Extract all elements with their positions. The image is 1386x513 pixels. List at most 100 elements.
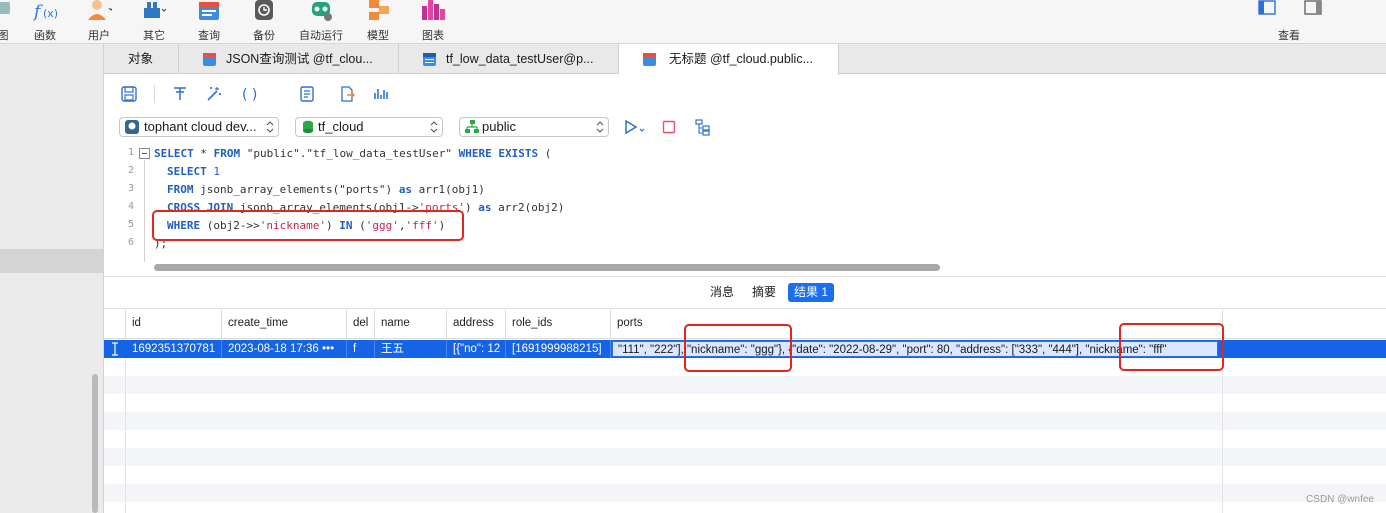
row-stripe [104, 448, 1386, 466]
chevron-updown-icon [266, 121, 274, 133]
export-icon[interactable] [338, 85, 356, 103]
explain-plan-icon[interactable] [694, 118, 712, 136]
row-stripe [104, 412, 1386, 430]
schema-select[interactable]: public [459, 117, 609, 137]
tab-result-1[interactable]: 结果 1 [788, 283, 835, 302]
toolbar-query-button[interactable]: 查询 [184, 0, 234, 44]
toolbar-label: 其它 [143, 30, 165, 42]
tab-label: 无标题 @tf_cloud.public... [669, 52, 813, 66]
toolbar-divider [154, 85, 155, 103]
connection-select[interactable]: tophant cloud dev... [119, 117, 279, 137]
chart-icon [422, 0, 445, 20]
toolbar-label: 函数 [34, 30, 56, 42]
column-header-id[interactable]: id [126, 310, 222, 338]
tab-objects[interactable]: 对象 [104, 44, 179, 74]
line-number: 6 [127, 237, 134, 248]
beautify-icon[interactable] [205, 85, 223, 103]
tab-summary[interactable]: 摘要 [746, 283, 782, 302]
schema-icon [465, 120, 479, 133]
database-select[interactable]: tf_cloud [295, 117, 443, 137]
highlight-box-where-clause [152, 210, 464, 241]
save-icon[interactable] [120, 85, 138, 103]
row-header-corner [104, 310, 126, 338]
cell-name[interactable]: 王五 [375, 340, 447, 358]
highlight-box-nickname-ggg [684, 324, 792, 372]
view-label: 查看 [1278, 30, 1300, 42]
toolbar-label: 备份 [253, 30, 275, 42]
document-tabs: 对象 JSON查询测试 @tf_clou... tf_low_data_test… [104, 44, 1386, 75]
toolbar-label: 模型 [367, 30, 389, 42]
cell-more-indicator: ••• [322, 343, 335, 355]
column-header-create-time[interactable]: create_time [222, 310, 347, 338]
database-icon [303, 120, 313, 134]
stop-icon[interactable] [662, 120, 676, 134]
fold-toggle[interactable] [139, 148, 150, 159]
watermark: CSDN @wnfee [1306, 494, 1374, 505]
column-header-del[interactable]: del [347, 310, 375, 338]
cell-id[interactable]: 1692351370781 [126, 340, 222, 358]
toolbar-automation-button[interactable]: 自动运行 [296, 0, 346, 44]
format-icon[interactable] [171, 85, 189, 103]
tab-json-query[interactable]: JSON查询测试 @tf_clou... [179, 44, 399, 74]
sidebar-toggle-icon[interactable] [1258, 0, 1276, 16]
automation-icon [312, 2, 332, 21]
chevron-updown-icon [596, 121, 604, 133]
connection-select-value: tophant cloud dev... [144, 119, 257, 134]
toolbar-backup-button[interactable]: 备份 [239, 0, 289, 44]
line-number: 3 [127, 183, 134, 194]
backup-icon [255, 0, 273, 20]
editor-hscroll-thumb[interactable] [154, 264, 940, 271]
sidebar-selected-item[interactable] [0, 249, 103, 273]
snippet-icon[interactable] [298, 85, 316, 103]
line-number: 2 [127, 165, 134, 176]
svg-text:f: f [32, 2, 43, 22]
code-line-1: SELECT * FROM "public"."tf_low_data_test… [154, 147, 552, 160]
cell-del[interactable]: f [347, 340, 375, 358]
main-toolbar: 图 f (x) 函数 用户 其它 查询 备份 自动运行 模型 图表 查看 [0, 0, 1386, 44]
fold-guide [144, 160, 145, 262]
panel-toggle-icon[interactable] [1304, 0, 1322, 16]
toolbar-model-button[interactable]: 模型 [353, 0, 403, 44]
run-icon[interactable] [624, 119, 646, 135]
tab-label: tf_low_data_testUser@p... [446, 52, 594, 66]
toolbar-label: 图表 [422, 30, 444, 42]
object-sidebar [0, 44, 104, 513]
cell-create-time[interactable]: 2023-08-18 17:36 ••• [222, 340, 347, 358]
tab-label: JSON查询测试 @tf_clou... [226, 52, 373, 66]
view-icon [0, 2, 10, 14]
model-icon [369, 0, 389, 20]
toolbar-other-button[interactable]: 其它 [129, 0, 179, 44]
column-divider [1222, 358, 1223, 513]
toolbar-label: 用户 [88, 30, 110, 42]
query-tab-icon [203, 53, 216, 66]
parentheses-icon[interactable]: ( ) [241, 85, 259, 103]
sidebar-scrollbar[interactable] [92, 374, 98, 513]
toolbar-user-button[interactable]: 用户 [74, 0, 124, 44]
tab-label: 对象 [128, 52, 154, 66]
cell-address[interactable]: [{"no": 12 [447, 340, 506, 358]
other-icon [144, 2, 167, 18]
user-icon [88, 0, 112, 20]
tab-messages[interactable]: 消息 [704, 283, 740, 302]
database-select-value: tf_cloud [318, 119, 364, 134]
toolbar-label: 自动运行 [299, 30, 343, 42]
column-header-address[interactable]: address [447, 310, 506, 338]
row-stripe [104, 376, 1386, 394]
table-tab-icon [423, 53, 436, 66]
line-gutter: 1 2 3 4 5 6 [104, 144, 138, 272]
chevron-updown-icon [430, 121, 438, 133]
column-header-role-ids[interactable]: role_ids [506, 310, 611, 338]
schema-select-value: public [482, 119, 516, 134]
column-divider [125, 358, 126, 513]
toolbar-chart-button[interactable]: 图表 [408, 0, 458, 44]
toolbar-function-button[interactable]: f (x) 函数 [20, 0, 70, 44]
tab-untitled-query[interactable]: 无标题 @tf_cloud.public... [619, 44, 839, 75]
tab-table-data[interactable]: tf_low_data_testUser@p... [399, 44, 619, 74]
result-tabs: 消息 摘要 结果 1 [104, 276, 1386, 309]
svg-text:( ): ( ) [242, 87, 257, 103]
column-header-name[interactable]: name [375, 310, 447, 338]
text-cursor-icon [112, 342, 118, 356]
line-number: 5 [127, 219, 134, 230]
explain-icon[interactable] [373, 85, 391, 103]
cell-role-ids[interactable]: [1691999988215] [506, 340, 611, 358]
